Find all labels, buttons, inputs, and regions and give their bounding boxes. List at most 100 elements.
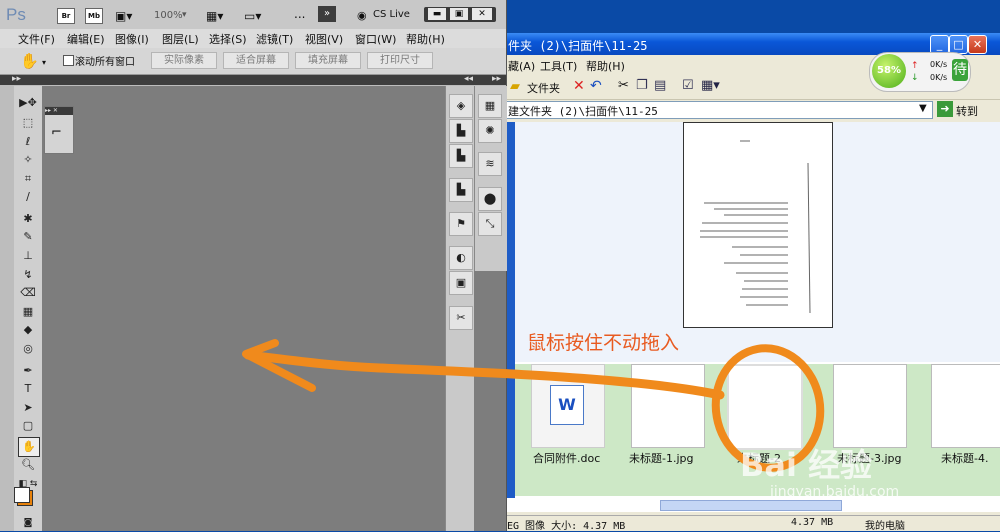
shape-tool-icon[interactable]: ▢: [18, 417, 38, 435]
close-button[interactable]: ✕: [968, 35, 987, 54]
explorer-window: 件夹 (2)\扫面件\11-25 _ □ ✕ 藏(A) 工具(T) 帮助(H) …: [505, 33, 1000, 531]
folders-button[interactable]: 文件夹: [527, 80, 560, 96]
clone-stamp-tool-icon[interactable]: ⊥: [18, 247, 38, 265]
hand-tool-icon[interactable]: ✋: [18, 437, 40, 457]
properties-icon[interactable]: ☑: [682, 78, 694, 93]
close-button[interactable]: ✕: [472, 8, 492, 20]
cut-icon[interactable]: ✂: [618, 78, 629, 93]
left-edge-strip: [0, 86, 14, 531]
pen-tool-icon[interactable]: ✒: [18, 362, 38, 380]
masks-icon[interactable]: ▣: [449, 271, 473, 295]
filmstrip-preview: ◀◀ ▶▶ ⟳ ⟲: [515, 122, 1000, 382]
zoom-tool-icon[interactable]: 🔍︎: [18, 456, 38, 474]
adjustments-icon[interactable]: ◐: [449, 246, 473, 270]
go-arrow-icon[interactable]: ➜: [937, 101, 953, 117]
zoom-level[interactable]: 100%: [154, 10, 183, 21]
thumbnail-image[interactable]: [833, 364, 907, 448]
brush-tool-icon[interactable]: ✎: [18, 228, 38, 246]
marquee-tool-icon[interactable]: ⬚: [18, 114, 38, 132]
minimize-button[interactable]: ▬: [428, 8, 446, 20]
thumbnail-image-selected[interactable]: [727, 364, 803, 450]
lasso-tool-icon[interactable]: ℓ: [18, 133, 38, 151]
crop-tool-icon[interactable]: ⌗: [18, 170, 38, 188]
mini-bridge-button[interactable]: Mb: [85, 8, 103, 24]
scroll-all-windows-checkbox[interactable]: [63, 55, 74, 66]
thumbnail-doc[interactable]: W: [531, 364, 605, 448]
floating-mini-panel: ▸▸ ✕ ⌐: [44, 106, 74, 154]
menu-view[interactable]: 视图(V): [305, 31, 343, 47]
collapse-tools-icon[interactable]: ▸▸: [12, 74, 21, 84]
brush-presets-icon[interactable]: ≋: [478, 152, 502, 176]
cs-live-button[interactable]: CS Live: [373, 9, 410, 20]
menu-tools[interactable]: 工具(T): [540, 58, 577, 74]
views-icon[interactable]: ▦▾: [701, 78, 720, 93]
workspace-more-button[interactable]: ...: [294, 7, 305, 21]
scroll-all-windows-label: 滚动所有窗口: [75, 57, 135, 68]
menu-help[interactable]: 帮助(H): [586, 58, 625, 74]
history-icon[interactable]: ▙: [449, 178, 473, 202]
transform-icon[interactable]: ⤡: [478, 212, 502, 236]
path-selection-tool-icon[interactable]: ➤: [18, 399, 38, 417]
navigator-icon[interactable]: ▦: [478, 94, 502, 118]
document-canvas-area[interactable]: [42, 86, 445, 531]
restore-button[interactable]: ▣: [450, 8, 468, 20]
menu-favorites[interactable]: 藏(A): [508, 58, 535, 74]
collapse-panels-icon-2[interactable]: ▸▸: [492, 74, 501, 84]
eraser-tool-icon[interactable]: ⌫: [18, 284, 38, 302]
quick-selection-tool-icon[interactable]: ✧: [18, 151, 38, 169]
dodge-tool-icon[interactable]: ◎: [18, 340, 38, 358]
info-icon[interactable]: ✺: [478, 119, 502, 143]
network-speed-widget[interactable]: 58% ↑ 0K/s ↓ 0K/s 待: [869, 52, 971, 92]
channels-icon[interactable]: ▙: [449, 119, 473, 143]
hand-tool-icon[interactable]: ✋: [20, 52, 39, 70]
delete-icon[interactable]: ✕: [573, 78, 585, 94]
print-size-button[interactable]: 打印尺寸: [367, 52, 433, 69]
menu-layer[interactable]: 图层(L): [162, 31, 199, 47]
address-dropdown-icon[interactable]: ▼: [919, 103, 927, 114]
clone-source-icon[interactable]: ✂: [449, 306, 473, 330]
mini-panel-header[interactable]: ▸▸ ✕: [45, 107, 73, 115]
go-button[interactable]: 转到: [956, 103, 978, 119]
eyedropper-tool-icon[interactable]: ∕: [18, 188, 38, 206]
paths-icon[interactable]: ▙: [449, 144, 473, 168]
bridge-button[interactable]: Br: [57, 8, 75, 24]
arrange-documents-icon[interactable]: ▦▾: [206, 9, 223, 23]
gradient-tool-icon[interactable]: ▦: [18, 303, 38, 321]
blur-tool-icon[interactable]: ◆: [18, 321, 38, 339]
tool-preset-dropdown-icon[interactable]: ▾: [42, 58, 46, 67]
spot-healing-tool-icon[interactable]: ✱: [18, 210, 38, 228]
actual-pixels-button[interactable]: 实际像素: [151, 52, 217, 69]
tool-presets-icon[interactable]: ⌐: [51, 125, 62, 140]
copy-icon[interactable]: ❐: [636, 78, 648, 93]
undo-icon[interactable]: ↶: [590, 78, 602, 94]
menu-file[interactable]: 文件(F): [18, 31, 55, 47]
menu-window[interactable]: 窗口(W): [355, 31, 396, 47]
menu-help[interactable]: 帮助(H): [406, 31, 445, 47]
menu-filter[interactable]: 滤镜(T): [256, 31, 293, 47]
address-input[interactable]: 建文件夹 (2)\扫面件\11-25: [505, 101, 933, 119]
menu-image[interactable]: 图像(I): [115, 31, 149, 47]
collapse-panels-icon[interactable]: ◂◂: [464, 74, 473, 84]
scrollbar-thumb[interactable]: [660, 500, 842, 511]
menu-select[interactable]: 选择(S): [209, 31, 247, 47]
thumbnail-image[interactable]: [931, 364, 1000, 448]
quick-mask-icon[interactable]: ◙: [18, 514, 38, 532]
expand-workspace-icon[interactable]: »: [318, 6, 336, 22]
paste-icon[interactable]: ▤: [654, 78, 666, 93]
layers-icon[interactable]: ◈: [449, 94, 473, 118]
cs-live-icon[interactable]: ◉: [357, 9, 367, 22]
screen-mode-icon[interactable]: ▭▾: [244, 9, 261, 23]
fit-screen-button[interactable]: 适合屏幕: [223, 52, 289, 69]
type-tool-icon[interactable]: T: [18, 380, 38, 398]
actions-icon[interactable]: ⚑: [449, 212, 473, 236]
history-brush-tool-icon[interactable]: ↯: [18, 266, 38, 284]
menu-edit[interactable]: 编辑(E): [67, 31, 105, 47]
zoom-dropdown-icon[interactable]: ▾: [182, 10, 187, 20]
horizontal-scrollbar[interactable]: [505, 498, 1000, 512]
foreground-color-swatch[interactable]: [14, 487, 30, 503]
thumbnail-image[interactable]: [631, 364, 705, 448]
fill-screen-button[interactable]: 填充屏幕: [295, 52, 361, 69]
view-extras-icon[interactable]: ▣▾: [115, 9, 132, 23]
3d-icon[interactable]: ⬤: [478, 187, 502, 211]
move-tool-icon[interactable]: ▶✥: [18, 94, 38, 112]
